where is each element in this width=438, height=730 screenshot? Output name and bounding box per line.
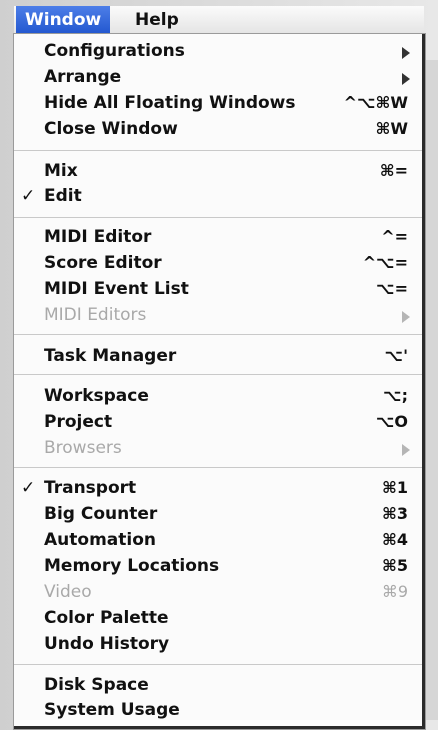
menu-item-label: System Usage [44, 700, 180, 720]
menu-item-midi-editors: MIDI Editors [14, 303, 422, 328]
menu-item-label: MIDI Event List [44, 279, 189, 299]
menu-item-label: Hide All Floating Windows [44, 93, 296, 113]
menu-separator [14, 334, 422, 335]
menu-item-label: Transport [44, 478, 137, 498]
menu-item-shortcut: ⌘9 [381, 582, 408, 601]
menu-item-mix[interactable]: Mix ⌘= [14, 159, 422, 184]
menu-item-label: Mix [44, 161, 78, 181]
menu-item-system-usage[interactable]: System Usage [14, 698, 422, 723]
menu-item-shortcut: ^⌥= [362, 253, 408, 272]
submenu-arrow-icon [402, 311, 410, 323]
menu-item-label: Automation [44, 530, 156, 550]
menu-item-shortcut: ⌘5 [382, 556, 408, 575]
menu-item-shortcut: ⌥= [376, 279, 408, 298]
checkmark-icon: ✓ [21, 478, 36, 498]
menu-item-browsers: Browsers [14, 436, 422, 461]
menu-item-shortcut: ⌘4 [382, 530, 408, 549]
menu-item-undo-history[interactable]: Undo History [14, 632, 422, 657]
menu-item-label: Arrange [44, 67, 122, 87]
window-menu-dropdown: Configurations Arrange Hide All Floating… [14, 34, 425, 729]
menu-item-label: MIDI Editors [44, 305, 147, 325]
submenu-arrow-icon [402, 47, 410, 59]
menu-item-label: Edit [44, 186, 82, 206]
checkmark-icon: ✓ [21, 186, 36, 206]
menu-item-label: Big Counter [44, 504, 158, 524]
menu-item-shortcut: ⌘1 [382, 478, 408, 497]
menu-item-shortcut: ⌥' [384, 346, 408, 365]
menu-item-close-window[interactable]: Close Window ⌘W [14, 117, 422, 142]
menu-separator [14, 467, 422, 468]
menu-item-big-counter[interactable]: Big Counter ⌘3 [14, 502, 422, 527]
menu-bar: Window Help [14, 6, 424, 35]
menu-item-transport[interactable]: ✓ Transport ⌘1 [14, 476, 422, 501]
menu-item-disk-space[interactable]: Disk Space [14, 673, 422, 698]
menu-item-midi-event-list[interactable]: MIDI Event List ⌥= [14, 277, 422, 302]
menu-item-shortcut: ^= [381, 227, 408, 246]
menu-item-label: Memory Locations [44, 556, 220, 576]
menu-window[interactable]: Window [16, 6, 111, 34]
menu-item-shortcut: ⌥O [375, 412, 408, 431]
menu-item-label: Close Window [44, 119, 178, 139]
menu-item-label: Color Palette [44, 608, 169, 628]
menu-item-memory-locations[interactable]: Memory Locations ⌘5 [14, 554, 422, 579]
submenu-arrow-icon [402, 444, 410, 456]
menu-item-label: Configurations [44, 41, 185, 61]
menu-item-score-editor[interactable]: Score Editor ^⌥= [14, 251, 422, 276]
menu-separator [14, 374, 422, 375]
menu-item-task-manager[interactable]: Task Manager ⌥' [14, 344, 422, 369]
menu-item-label: Video [44, 582, 92, 602]
menu-item-automation[interactable]: Automation ⌘4 [14, 528, 422, 553]
menu-item-edit[interactable]: ✓ Edit [14, 184, 422, 209]
menu-item-color-palette[interactable]: Color Palette [14, 606, 422, 631]
menu-item-label: Workspace [44, 386, 149, 406]
menu-item-arrange[interactable]: Arrange [14, 65, 422, 90]
submenu-arrow-icon [402, 73, 410, 85]
menu-separator [14, 217, 422, 218]
menu-item-hide-all-floating-windows[interactable]: Hide All Floating Windows ^⌥⌘W [14, 91, 422, 116]
menu-separator [14, 150, 422, 151]
menu-help[interactable]: Help [126, 6, 188, 34]
menu-item-project[interactable]: Project ⌥O [14, 410, 422, 435]
menu-item-label: Undo History [44, 634, 170, 654]
menu-item-midi-editor[interactable]: MIDI Editor ^= [14, 225, 422, 250]
menu-item-label: Project [44, 412, 113, 432]
menu-item-label: Task Manager [44, 346, 177, 366]
menu-item-shortcut: ⌘= [379, 161, 408, 180]
menu-item-label: Disk Space [44, 675, 149, 695]
menu-item-shortcut: ⌥; [383, 386, 408, 405]
menu-item-shortcut: ⌘W [375, 119, 409, 138]
menu-item-workspace[interactable]: Workspace ⌥; [14, 384, 422, 409]
menu-separator [14, 664, 422, 665]
menu-item-label: Browsers [44, 438, 122, 458]
menu-item-video: Video ⌘9 [14, 580, 422, 605]
menu-item-configurations[interactable]: Configurations [14, 39, 422, 64]
menu-item-shortcut: ⌘3 [382, 504, 408, 523]
menu-item-label: MIDI Editor [44, 227, 152, 247]
menu-item-shortcut: ^⌥⌘W [343, 93, 408, 112]
menu-item-label: Score Editor [44, 253, 162, 273]
